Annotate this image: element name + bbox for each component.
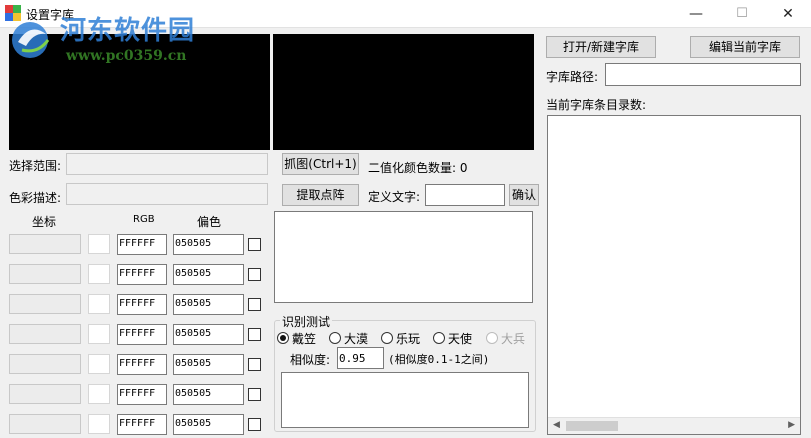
rgb-input[interactable]: FFFFFF (117, 354, 167, 375)
engine-radio-label-1[interactable]: 戴笠 (292, 330, 316, 347)
similarity-label: 相似度: (290, 353, 331, 367)
define-text-label: 定义文字: (368, 190, 421, 204)
color-swatch (88, 264, 110, 284)
coord-field (9, 234, 81, 254)
define-text-input[interactable] (425, 184, 505, 206)
scroll-thumb[interactable] (566, 421, 618, 431)
rgb-input[interactable]: FFFFFF (117, 384, 167, 405)
close-button[interactable]: ✕ (765, 0, 811, 28)
coord-field (9, 384, 81, 404)
engine-radio-label-3[interactable]: 乐玩 (396, 330, 420, 347)
font-entries-list[interactable]: ◀ ▶ (547, 115, 801, 435)
row-checkbox[interactable] (248, 418, 261, 431)
color-swatch (88, 324, 110, 344)
coord-field (9, 324, 81, 344)
color-swatch (88, 234, 110, 254)
extract-dots-button[interactable]: 提取点阵 (282, 184, 359, 206)
row-checkbox[interactable] (248, 268, 261, 281)
coord-field (9, 354, 81, 374)
engine-radio-3[interactable] (381, 332, 393, 344)
rgb-input[interactable]: FFFFFF (117, 234, 167, 255)
watermark-logo-icon (12, 22, 50, 58)
rgb-input[interactable]: FFFFFF (117, 324, 167, 345)
binary-color-count-label: 二值化颜色数量: 0 (368, 161, 468, 175)
entries-label: 当前字库条目录数: (546, 98, 647, 112)
rgb-input[interactable]: FFFFFF (117, 414, 167, 435)
engine-radio-label-5: 大兵 (501, 332, 526, 346)
rgb-header: RGB (133, 214, 155, 225)
scroll-right-arrow-icon[interactable]: ▶ (788, 420, 795, 430)
row-checkbox[interactable] (248, 238, 261, 251)
minimize-button[interactable]: — (673, 0, 719, 28)
select-range-label: 选择范围: (9, 159, 62, 173)
engine-radio-label-2[interactable]: 大漠 (344, 330, 368, 347)
color-swatch (88, 414, 110, 434)
engine-radio-label-4[interactable]: 天使 (448, 330, 472, 347)
offset-input[interactable]: 050505 (173, 264, 244, 285)
color-desc-field (66, 183, 268, 205)
watermark-text: 河东软件园 (60, 16, 196, 46)
font-lib-path-input[interactable] (605, 63, 801, 86)
row-checkbox[interactable] (248, 328, 261, 341)
coord-field (9, 294, 81, 314)
capture-button[interactable]: 抓图(Ctrl+1) (282, 153, 359, 175)
scroll-left-arrow-icon[interactable]: ◀ (553, 420, 560, 430)
similarity-input[interactable] (337, 347, 384, 369)
offset-input[interactable]: 050505 (173, 414, 244, 435)
open-new-font-lib-button[interactable]: 打开/新建字库 (546, 36, 656, 58)
offset-input[interactable]: 050505 (173, 324, 244, 345)
similarity-hint: (相似度0.1-1之间) (388, 353, 490, 366)
recognize-result-box[interactable] (281, 372, 529, 428)
color-swatch (88, 384, 110, 404)
color-swatch (88, 354, 110, 374)
offset-input[interactable]: 050505 (173, 294, 244, 315)
color-swatch (88, 294, 110, 314)
offset-input[interactable]: 050505 (173, 354, 244, 375)
row-checkbox[interactable] (248, 388, 261, 401)
zoom-preview-panel[interactable] (273, 34, 534, 150)
edit-current-font-lib-button[interactable]: 编辑当前字库 (690, 36, 800, 58)
row-checkbox[interactable] (248, 358, 261, 371)
rgb-input[interactable]: FFFFFF (117, 264, 167, 285)
maximize-button[interactable]: ☐ (719, 0, 765, 28)
rgb-input[interactable]: FFFFFF (117, 294, 167, 315)
engine-radio-1[interactable] (277, 332, 289, 344)
recognize-test-title: 识别测试 (280, 313, 333, 330)
engine-radio-4[interactable] (433, 332, 445, 344)
color-desc-label: 色彩描述: (9, 191, 62, 205)
font-lib-path-label: 字库路径: (546, 70, 599, 84)
horizontal-scrollbar[interactable]: ◀ ▶ (548, 417, 800, 434)
engine-radio-5 (486, 332, 498, 344)
dot-matrix-output[interactable] (274, 211, 533, 303)
coord-field (9, 264, 81, 284)
row-checkbox[interactable] (248, 298, 261, 311)
watermark-url: www.pc0359.cn (66, 48, 187, 64)
select-range-field (66, 153, 268, 175)
confirm-button[interactable]: 确认 (509, 184, 539, 206)
offset-input[interactable]: 050505 (173, 234, 244, 255)
coord-field (9, 414, 81, 434)
offset-input[interactable]: 050505 (173, 384, 244, 405)
offset-header: 偏色 (197, 215, 222, 229)
engine-radio-2[interactable] (329, 332, 341, 344)
coord-header: 坐标 (32, 215, 57, 229)
